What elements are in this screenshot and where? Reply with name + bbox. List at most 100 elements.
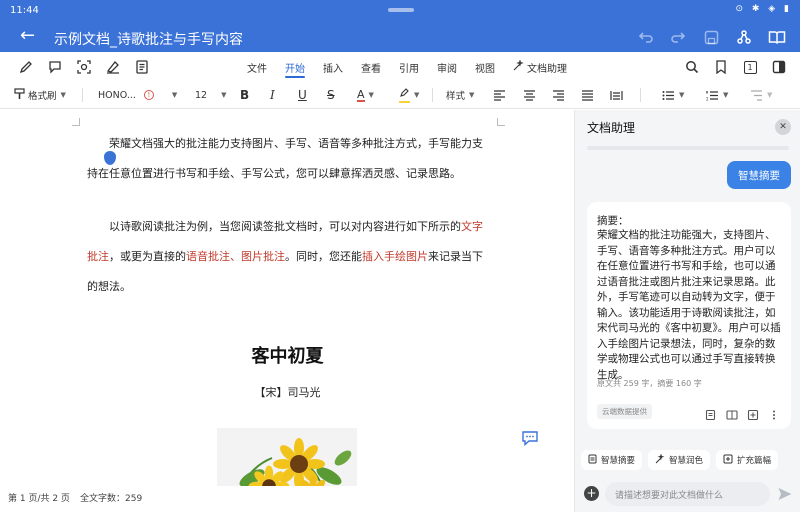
system-icons: ⊙ ✱ ◈ ▮	[735, 4, 792, 14]
chip-smart-polish[interactable]: 智慧润色	[648, 450, 711, 470]
assistant-prompt-input[interactable]: 请描述想要对此文档做什么	[605, 482, 770, 506]
page-indicator[interactable]: 第 1 页/共 2 页	[8, 491, 70, 504]
highlight-button[interactable]: ▼	[399, 87, 419, 103]
polish-icon	[655, 452, 665, 467]
bullet-list-button[interactable]: ▼	[662, 87, 684, 103]
expand-icon	[723, 454, 733, 467]
underline-icon[interactable]: U	[298, 87, 307, 103]
tab-view-doc[interactable]: 查看	[352, 52, 390, 81]
doc-paragraph-2[interactable]: 以诗歌阅读批注为例，当您阅读签批文档时，可以对内容进行如下所示的文字批注，或更为…	[87, 212, 487, 302]
justify-icon[interactable]	[581, 87, 594, 103]
tab-insert[interactable]: 插入	[314, 52, 352, 81]
font-name-select[interactable]: HONO... ! ▼	[98, 87, 177, 103]
chip-label: 扩充篇幅	[737, 456, 772, 466]
source-badge: 云端数据提供	[597, 404, 652, 419]
search-icon[interactable]	[683, 58, 701, 76]
font-color-button[interactable]: A ▼	[357, 87, 374, 103]
styles-select[interactable]: 样式 ▼	[446, 87, 474, 103]
format-toolbar: 格式刷 ▼ HONO... ! ▼ 12 ▼ B I U S A ▼ ▼ 样式 …	[0, 81, 800, 109]
tab-references[interactable]: 引用	[390, 52, 428, 81]
undo-icon[interactable]	[636, 28, 656, 46]
align-right-icon[interactable]	[552, 87, 565, 103]
comment-icon[interactable]	[46, 58, 64, 76]
chevron-down-icon: ▼	[368, 91, 374, 99]
poem-author: 【宋】司马光	[254, 386, 321, 399]
send-icon[interactable]	[777, 486, 793, 502]
chip-expand-length[interactable]: 扩充篇幅	[716, 450, 779, 470]
redo-icon[interactable]	[668, 28, 688, 46]
tab-doc-assistant-label: 文档助理	[527, 64, 567, 75]
tab-review[interactable]: 审阅	[428, 52, 466, 81]
more-icon[interactable]	[768, 406, 780, 420]
svg-text:2: 2	[706, 96, 709, 101]
comment-bubble-icon[interactable]	[521, 430, 539, 447]
distributed-align-icon[interactable]	[610, 87, 623, 103]
document-status-bar: 第 1 页/共 2 页 全文字数：259	[0, 486, 574, 512]
align-left-icon[interactable]	[493, 87, 506, 103]
tab-home[interactable]: 开始	[276, 52, 314, 81]
outline-icon[interactable]	[133, 58, 151, 76]
word-count: 全文字数：259	[80, 494, 143, 504]
summary-label: 摘要：	[597, 215, 629, 227]
bold-icon[interactable]: B	[240, 87, 249, 103]
highlighter-icon	[399, 87, 410, 103]
page-margin-corner	[497, 118, 505, 126]
summary-text: 荣耀文档的批注功能强大，支持图片、手写、语音等多种批注方式。用户可以在任意位置进…	[597, 229, 781, 381]
handwriting-icon[interactable]	[104, 58, 122, 76]
smart-summary-button[interactable]: 智慧摘要	[727, 161, 791, 189]
toolbar-divider	[82, 88, 83, 102]
tab-doc-assistant[interactable]: 文档助理	[504, 52, 576, 81]
font-warning-icon: !	[143, 90, 154, 100]
scan-icon[interactable]	[75, 58, 93, 76]
document-title: 示例文档_诗歌批注与手写内容	[54, 32, 243, 48]
poem-title: 客中初夏	[251, 346, 324, 367]
font-color-icon: A	[357, 87, 365, 102]
share-icon[interactable]	[734, 28, 754, 46]
assistant-input-row: + 请描述想要对此文档做什么	[581, 480, 795, 508]
add-to-doc-icon[interactable]	[747, 406, 759, 421]
sunflower-image[interactable]	[217, 428, 357, 486]
chevron-down-icon: ▼	[767, 91, 773, 99]
voice-image-annotation-link[interactable]: 语音批注、图片批注	[186, 250, 285, 263]
document-canvas[interactable]: 荣耀文档强大的批注能力支持图片、手写、语音等多种批注方式，手写能力支持在任意位置…	[0, 110, 574, 486]
plus-icon[interactable]: +	[584, 486, 599, 501]
tab-view[interactable]: 视图	[466, 52, 504, 81]
font-name-value: HONO...	[98, 89, 136, 101]
panel-divider	[587, 146, 789, 150]
para2-text-2: ，或更为直接的	[109, 250, 186, 263]
quick-action-chips: 智慧摘要 智慧润色 扩充篇幅	[581, 450, 795, 472]
bookmark-icon[interactable]	[712, 58, 730, 76]
chip-smart-summary[interactable]: 智慧摘要	[581, 450, 643, 470]
drag-handle[interactable]	[388, 8, 414, 12]
brush-icon	[14, 87, 25, 103]
reading-mode-icon[interactable]	[767, 28, 787, 46]
close-icon[interactable]: ✕	[775, 119, 791, 135]
numbered-list-button[interactable]: 2 ▼	[706, 87, 728, 103]
styles-label: 样式	[446, 91, 466, 102]
toolbar-divider	[432, 88, 433, 102]
doc-paragraph-1[interactable]: 荣耀文档强大的批注能力支持图片、手写、语音等多种批注方式，手写能力支持在任意位置…	[87, 129, 487, 189]
ribbon-tabs: 文件 开始 插入 查看 引用 审阅 视图 文档助理	[238, 52, 576, 81]
chevron-down-icon: ▼	[171, 91, 178, 99]
para2-text-3: 。同时，您还能	[285, 250, 362, 263]
copy-icon[interactable]	[705, 406, 717, 421]
save-icon[interactable]	[701, 28, 721, 46]
insert-drawing-link[interactable]: 插入手绘图片	[362, 250, 428, 263]
font-size-select[interactable]: 12 ▼	[195, 87, 226, 103]
align-center-icon[interactable]	[523, 87, 536, 103]
strikethrough-icon[interactable]: S	[327, 87, 335, 103]
back-arrow-icon[interactable]: ←	[20, 27, 35, 45]
ribbon: 文件 开始 插入 查看 引用 审阅 视图 文档助理 1	[0, 52, 800, 81]
page-badge[interactable]: 1	[741, 58, 759, 76]
summary-card: 摘要： 荣耀文档的批注功能强大，支持图片、手写、语音等多种批注方式。用户可以在任…	[587, 202, 791, 429]
split-view-icon[interactable]	[770, 58, 788, 76]
status-time: 11:44	[10, 5, 39, 16]
italic-icon[interactable]: I	[270, 87, 275, 103]
insert-to-doc-icon[interactable]	[726, 406, 738, 420]
font-size-value: 12	[195, 89, 208, 101]
pen-icon[interactable]	[17, 58, 35, 76]
page-margin-corner	[72, 118, 80, 126]
format-painter-button[interactable]: 格式刷 ▼	[14, 87, 66, 103]
tab-file[interactable]: 文件	[238, 52, 276, 81]
multilevel-list-button[interactable]: ▼	[750, 87, 772, 103]
